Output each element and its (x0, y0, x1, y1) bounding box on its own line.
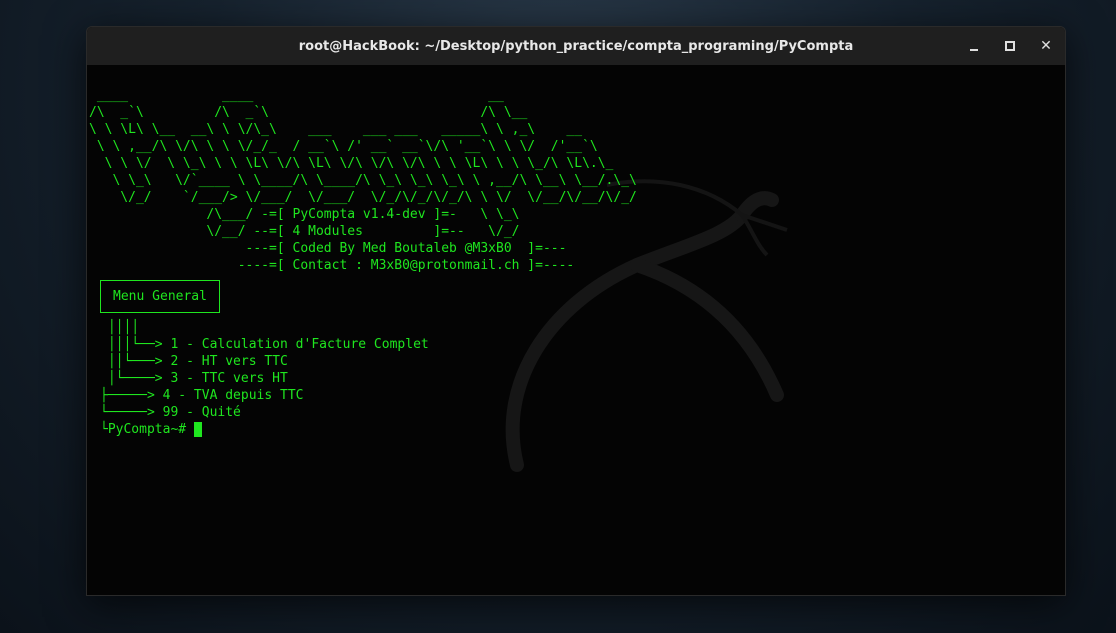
minimize-button[interactable] (964, 36, 984, 56)
prompt-text: PyCompta~# (107, 422, 187, 437)
menu-general-box: Menu General (100, 280, 220, 313)
menu-title: Menu General (113, 289, 207, 304)
text-cursor[interactable] (194, 422, 203, 437)
terminal-body[interactable]: ____ ____ __ /\ _`\ /\ _`\ /\ \__ \ \ \L… (87, 65, 1065, 595)
command-prompt-line[interactable]: └ PyCompta~# (100, 421, 203, 438)
maximize-button[interactable] (1000, 36, 1020, 56)
ascii-banner: ____ ____ __ /\ _`\ /\ _`\ /\ \__ \ \ \L… (89, 88, 637, 273)
window-title: root@HackBook: ~/Desktop/python_practice… (298, 38, 854, 54)
close-icon: ✕ (1040, 38, 1052, 54)
title-bar[interactable]: root@HackBook: ~/Desktop/python_practice… (87, 27, 1065, 65)
prompt-branch: └ (100, 422, 108, 437)
maximize-icon (1005, 41, 1015, 51)
close-button[interactable]: ✕ (1036, 36, 1056, 56)
minimize-icon (970, 49, 978, 51)
terminal-window: root@HackBook: ~/Desktop/python_practice… (86, 26, 1066, 596)
menu-options-tree: ││││ │││└──> 1 - Calculation d'Facture C… (100, 320, 429, 420)
